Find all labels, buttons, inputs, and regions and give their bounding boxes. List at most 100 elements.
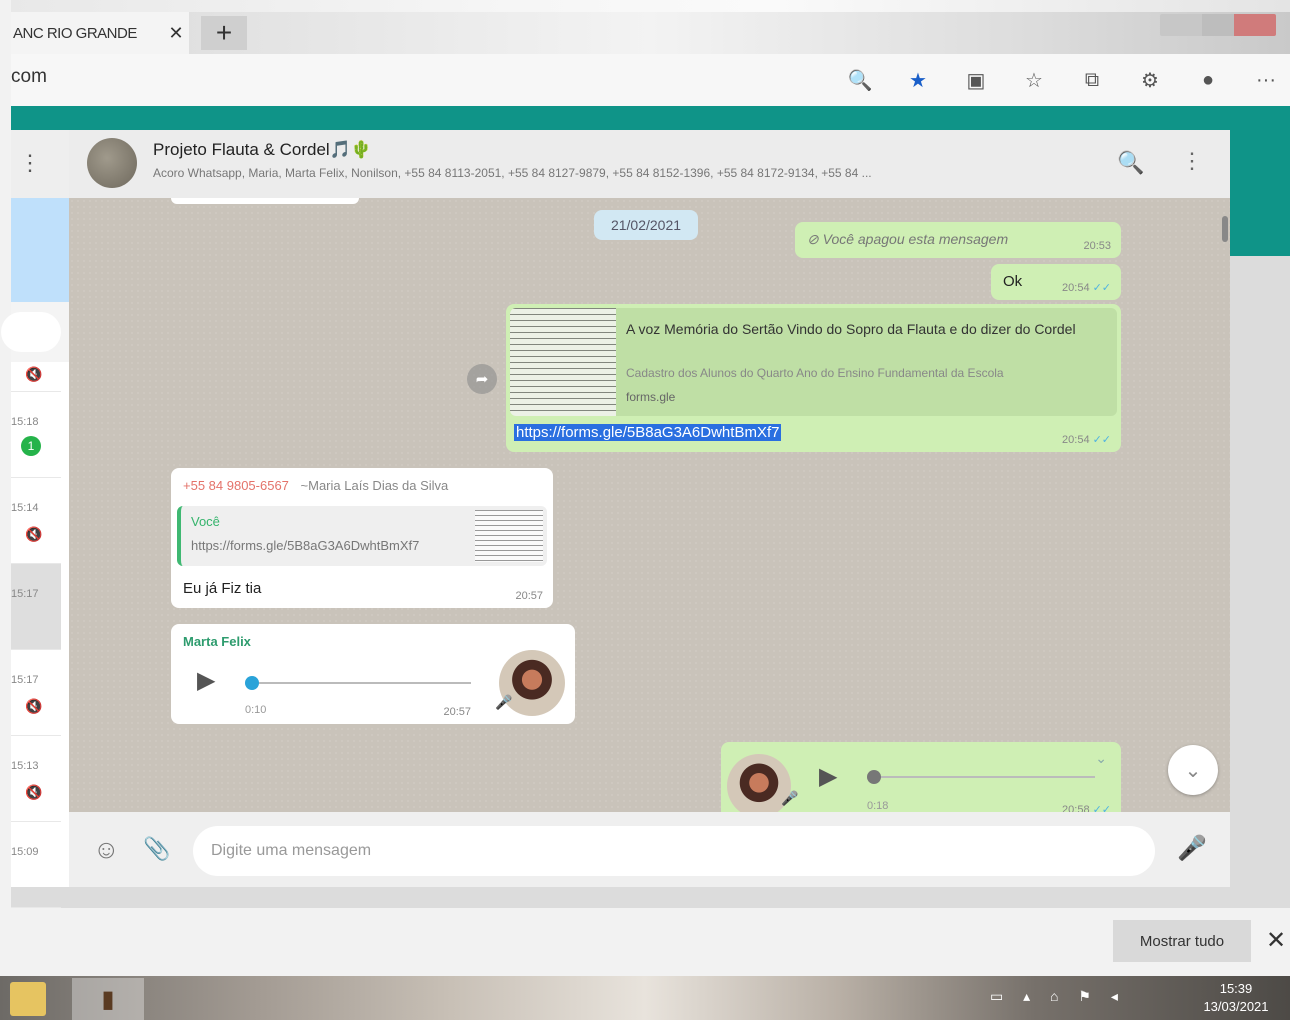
folder-icon[interactable] — [10, 982, 46, 1016]
chat-list-item[interactable]: 15:09 — [11, 822, 61, 908]
whatsapp-side-band — [1230, 130, 1290, 256]
sender-name: ~Maria Laís Dias da Silva — [300, 478, 449, 493]
sender-name: Marta Felix — [183, 634, 251, 649]
audio-duration: 0:18 — [867, 800, 889, 812]
play-icon[interactable]: ▶ — [197, 666, 215, 695]
whatsapp-header-band — [11, 106, 1290, 130]
zoom-icon[interactable]: 🔍 — [831, 66, 889, 94]
mic-badge-icon: 🎤 — [781, 790, 799, 806]
new-tab-button[interactable]: + — [201, 16, 247, 50]
scrollbar-thumb[interactable] — [1222, 216, 1228, 242]
notification-banner[interactable] — [11, 198, 69, 302]
muted-icon: 🔇 — [25, 526, 43, 542]
tab-title: ANC RIO GRANDE — [13, 24, 137, 42]
chat-header[interactable]: Projeto Flauta & Cordel🎵🌵 Acoro Whatsapp… — [69, 130, 1230, 198]
audio-progress-handle[interactable] — [245, 676, 259, 690]
attach-icon[interactable]: 📎 — [143, 836, 170, 862]
message-time: 20:57 — [443, 706, 471, 718]
system-tray-icons[interactable]: ▭ ▴ ⌂ ⚑ ◂ — [990, 988, 1126, 1005]
message-time-wrap: 20:58 ✓✓ — [1062, 803, 1111, 812]
message-text: Eu já Fiz tia — [183, 580, 262, 597]
browser-tab[interactable]: ANC RIO GRANDE ✕ — [11, 12, 189, 54]
message-list[interactable]: 21/02/2021 ⊘ Você apagou esta mensagem 2… — [69, 198, 1230, 812]
chat-menu-icon[interactable]: ⋮ — [1181, 148, 1203, 174]
show-all-button[interactable]: Mostrar tudo — [1113, 920, 1251, 962]
link-message[interactable]: A voz Memória do Sertão Vindo do Sopro d… — [506, 304, 1121, 452]
ok-message[interactable]: Ok 20:54 ✓✓ — [991, 264, 1121, 300]
date-divider: 21/02/2021 — [594, 210, 698, 240]
chat-list-item[interactable]: 15:14 🔇 — [11, 478, 61, 564]
quoted-text: https://forms.gle/5B8aG3A6DwhtBmXf7 — [191, 538, 420, 553]
message-time: 20:57 — [515, 590, 543, 602]
collections-icon[interactable]: ▣ — [947, 66, 1005, 94]
url-field[interactable]: com — [11, 66, 47, 88]
previous-message-bubble — [171, 198, 359, 204]
taskbar-app-icon[interactable]: ▮ — [72, 978, 144, 1020]
play-icon[interactable]: ▶ — [819, 762, 837, 791]
tab-close-icon[interactable]: ✕ — [163, 23, 189, 44]
chat-time: 15:17 — [11, 588, 39, 600]
search-icon[interactable]: 🔍 — [1117, 150, 1144, 176]
message-time-wrap: 20:54 ✓✓ — [1062, 433, 1111, 446]
windows-taskbar: ▮ ▭ ▴ ⌂ ⚑ ◂ 15:39 13/03/2021 — [0, 976, 1290, 1020]
reply-message[interactable]: +55 84 9805-6567 ~Maria Laís Dias da Sil… — [171, 468, 553, 608]
read-ticks-icon: ✓✓ — [1092, 804, 1111, 812]
emoji-icon[interactable]: ☺ — [93, 834, 120, 865]
message-text: Ok — [1003, 273, 1023, 290]
deleted-message-text: ⊘ Você apagou esta mensagem — [807, 231, 1009, 247]
scroll-down-button[interactable]: ⌄ — [1168, 745, 1218, 795]
voice-message-incoming[interactable]: Marta Felix ▶ 0:10 20:57 🎤 — [171, 624, 575, 724]
chat-time: 15:14 — [11, 502, 39, 514]
chat-list-item[interactable]: 🔇 — [11, 362, 61, 392]
chat-list-sidebar: ⋮ 🔇 15:18 1 15:14 🔇 15:17 15:17 🔇 15:13 … — [1, 130, 69, 908]
link-domain: forms.gle — [626, 390, 676, 404]
chat-list-item[interactable]: 15:13 🔇 — [11, 736, 61, 822]
group-avatar[interactable] — [87, 138, 137, 188]
chevron-down-icon[interactable]: ⌄ — [1095, 750, 1107, 767]
taskbar-clock[interactable]: 15:39 13/03/2021 — [1190, 980, 1282, 1016]
chat-list-item-selected[interactable]: 15:17 — [11, 564, 61, 650]
tab-icon[interactable]: ⧉ — [1063, 66, 1121, 94]
close-icon[interactable]: ✕ — [1266, 926, 1286, 955]
group-name: Projeto Flauta & Cordel🎵🌵 — [153, 140, 373, 159]
link-url[interactable]: https://forms.gle/5B8aG3A6DwhtBmXf7 — [514, 424, 782, 441]
forward-icon[interactable]: ➦ — [467, 364, 497, 394]
extensions-icon[interactable]: ⚙ — [1121, 66, 1179, 94]
quoted-message[interactable]: Você https://forms.gle/5B8aG3A6DwhtBmXf7 — [177, 506, 547, 566]
read-ticks-icon: ✓✓ — [1092, 282, 1111, 294]
voice-message-outgoing[interactable]: ⌄ 🎤 ▶ 0:18 20:58 ✓✓ — [721, 742, 1121, 812]
chat-list-item[interactable]: 15:17 🔇 — [11, 650, 61, 736]
window-controls[interactable] — [1160, 14, 1276, 36]
audio-duration: 0:10 — [245, 704, 267, 716]
quoted-author: Você — [191, 514, 220, 529]
audio-track[interactable] — [873, 776, 1095, 778]
audio-progress-handle[interactable] — [867, 770, 881, 784]
sidebar-search-input[interactable] — [1, 312, 61, 352]
favorite-star-icon[interactable]: ★ — [889, 66, 947, 94]
chat-list-item[interactable]: 15:18 1 — [11, 392, 61, 478]
microphone-icon[interactable]: 🎤 — [1177, 834, 1207, 863]
desktop-background — [0, 0, 1290, 12]
group-members: Acoro Whatsapp, Maria, Marta Felix, Noni… — [153, 166, 872, 180]
more-icon[interactable]: ··· — [1237, 66, 1290, 94]
profile-icon[interactable]: ● — [1179, 66, 1237, 94]
message-time: 20:58 — [1062, 804, 1090, 812]
message-time: 20:54 — [1062, 434, 1090, 446]
sidebar-menu-icon[interactable]: ⋮ — [19, 150, 41, 176]
chat-time: 15:13 — [11, 760, 39, 772]
link-preview[interactable]: A voz Memória do Sertão Vindo do Sopro d… — [510, 308, 1117, 416]
chat-time: 15:17 — [11, 674, 39, 686]
deleted-message[interactable]: ⊘ Você apagou esta mensagem 20:53 — [795, 222, 1121, 258]
message-time-wrap: 20:54 ✓✓ — [1062, 281, 1111, 294]
muted-icon: 🔇 — [25, 366, 43, 382]
favorites-icon[interactable]: ☆ — [1005, 66, 1063, 94]
muted-icon: 🔇 — [25, 784, 43, 800]
download-bar: Mostrar tudo ✕ — [11, 908, 1290, 976]
browser-tab-bar: ANC RIO GRANDE ✕ + — [11, 12, 1290, 54]
link-thumbnail — [510, 308, 616, 416]
sender-phone[interactable]: +55 84 9805-6567 — [183, 478, 289, 493]
message-input[interactable] — [193, 826, 1155, 876]
muted-icon: 🔇 — [25, 698, 43, 714]
desktop-edge — [0, 0, 11, 1020]
audio-track[interactable] — [251, 682, 471, 684]
